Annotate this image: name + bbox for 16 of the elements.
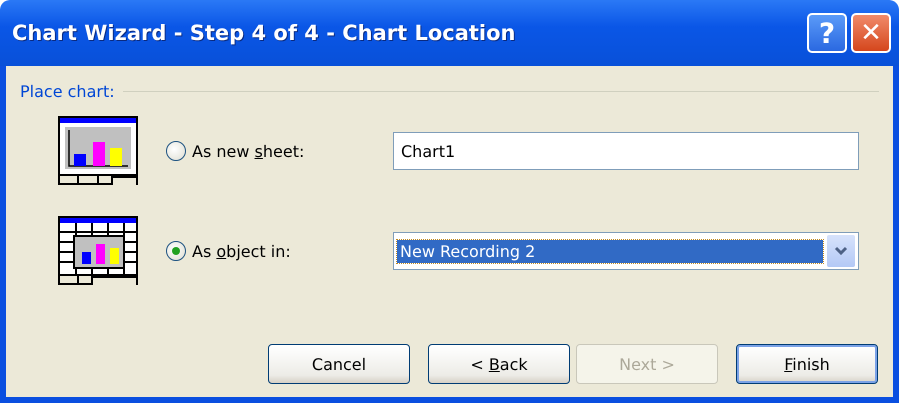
- chart-sheet-icon: [58, 116, 138, 186]
- dialog-button[interactable]: Cancel: [268, 344, 410, 384]
- dialog-button[interactable]: < Back: [428, 344, 570, 384]
- dialog-button[interactable]: Finish: [736, 344, 878, 384]
- group-label: Place chart:: [20, 82, 115, 101]
- chevron-down-icon: [834, 246, 848, 256]
- sheet-name-field[interactable]: Chart1: [393, 132, 859, 170]
- radio-option[interactable]: As new sheet:: [166, 141, 388, 161]
- help-button[interactable]: ?: [807, 13, 847, 53]
- dropdown-button[interactable]: [827, 235, 855, 267]
- sheet-dropdown[interactable]: New Recording 2: [393, 232, 859, 270]
- radio-option[interactable]: As object in:: [166, 241, 388, 261]
- radio-button[interactable]: [166, 141, 186, 161]
- window-title: Chart Wizard - Step 4 of 4 - Chart Location: [12, 21, 516, 45]
- radio-button[interactable]: [166, 241, 186, 261]
- embedded-chart-icon: [58, 216, 138, 286]
